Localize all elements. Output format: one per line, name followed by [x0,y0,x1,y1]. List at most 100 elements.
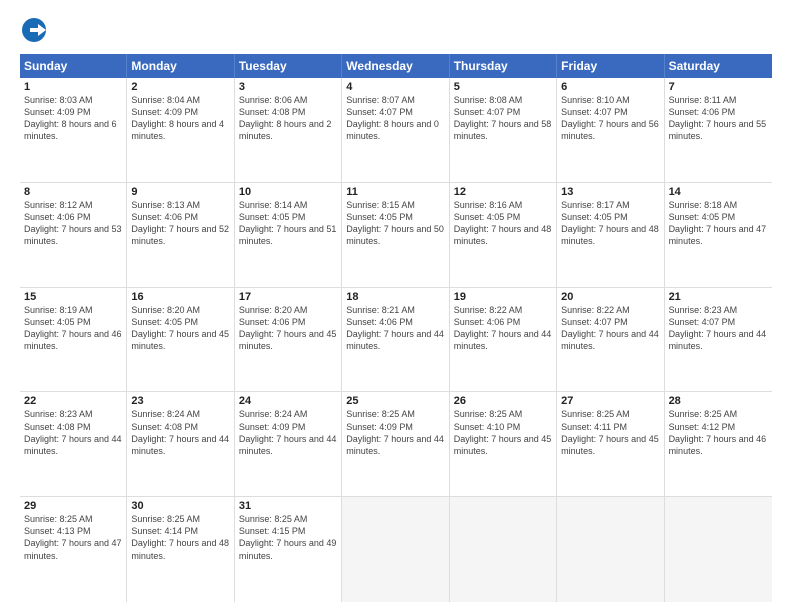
day-number: 16 [131,291,229,303]
day-number: 14 [669,186,768,198]
cell-info: Sunrise: 8:15 AMSunset: 4:05 PMDaylight:… [346,200,444,246]
cell-info: Sunrise: 8:25 AMSunset: 4:10 PMDaylight:… [454,409,552,455]
cell-info: Sunrise: 8:25 AMSunset: 4:14 PMDaylight:… [131,514,229,560]
calendar-cell-30: 30 Sunrise: 8:25 AMSunset: 4:14 PMDaylig… [127,497,234,602]
calendar-cell-31: 31 Sunrise: 8:25 AMSunset: 4:15 PMDaylig… [235,497,342,602]
calendar-cell-6: 6 Sunrise: 8:10 AMSunset: 4:07 PMDayligh… [557,78,664,182]
day-number: 19 [454,291,552,303]
cell-info: Sunrise: 8:22 AMSunset: 4:06 PMDaylight:… [454,305,552,351]
calendar-row-3: 15 Sunrise: 8:19 AMSunset: 4:05 PMDaylig… [20,288,772,393]
day-number: 10 [239,186,337,198]
cell-info: Sunrise: 8:24 AMSunset: 4:09 PMDaylight:… [239,409,337,455]
calendar-cell-29: 29 Sunrise: 8:25 AMSunset: 4:13 PMDaylig… [20,497,127,602]
header-day-tuesday: Tuesday [235,54,342,78]
logo [20,16,52,44]
day-number: 7 [669,81,768,93]
page: SundayMondayTuesdayWednesdayThursdayFrid… [0,0,792,612]
header-day-wednesday: Wednesday [342,54,449,78]
calendar-cell-20: 20 Sunrise: 8:22 AMSunset: 4:07 PMDaylig… [557,288,664,392]
calendar-cell-15: 15 Sunrise: 8:19 AMSunset: 4:05 PMDaylig… [20,288,127,392]
calendar-cell-18: 18 Sunrise: 8:21 AMSunset: 4:06 PMDaylig… [342,288,449,392]
calendar-cell-empty [450,497,557,602]
calendar-cell-8: 8 Sunrise: 8:12 AMSunset: 4:06 PMDayligh… [20,183,127,287]
day-number: 26 [454,395,552,407]
cell-info: Sunrise: 8:06 AMSunset: 4:08 PMDaylight:… [239,95,332,141]
day-number: 24 [239,395,337,407]
header-day-sunday: Sunday [20,54,127,78]
calendar-cell-9: 9 Sunrise: 8:13 AMSunset: 4:06 PMDayligh… [127,183,234,287]
day-number: 17 [239,291,337,303]
calendar-header: SundayMondayTuesdayWednesdayThursdayFrid… [20,54,772,78]
calendar-row-5: 29 Sunrise: 8:25 AMSunset: 4:13 PMDaylig… [20,497,772,602]
calendar-body: 1 Sunrise: 8:03 AMSunset: 4:09 PMDayligh… [20,78,772,602]
cell-info: Sunrise: 8:25 AMSunset: 4:13 PMDaylight:… [24,514,122,560]
day-number: 21 [669,291,768,303]
calendar-cell-empty [557,497,664,602]
cell-info: Sunrise: 8:10 AMSunset: 4:07 PMDaylight:… [561,95,659,141]
day-number: 3 [239,81,337,93]
calendar-cell-16: 16 Sunrise: 8:20 AMSunset: 4:05 PMDaylig… [127,288,234,392]
day-number: 13 [561,186,659,198]
day-number: 2 [131,81,229,93]
day-number: 1 [24,81,122,93]
day-number: 25 [346,395,444,407]
calendar-cell-5: 5 Sunrise: 8:08 AMSunset: 4:07 PMDayligh… [450,78,557,182]
calendar-cell-17: 17 Sunrise: 8:20 AMSunset: 4:06 PMDaylig… [235,288,342,392]
day-number: 22 [24,395,122,407]
day-number: 8 [24,186,122,198]
calendar-cell-28: 28 Sunrise: 8:25 AMSunset: 4:12 PMDaylig… [665,392,772,496]
calendar-cell-25: 25 Sunrise: 8:25 AMSunset: 4:09 PMDaylig… [342,392,449,496]
cell-info: Sunrise: 8:22 AMSunset: 4:07 PMDaylight:… [561,305,659,351]
calendar-cell-3: 3 Sunrise: 8:06 AMSunset: 4:08 PMDayligh… [235,78,342,182]
cell-info: Sunrise: 8:08 AMSunset: 4:07 PMDaylight:… [454,95,552,141]
day-number: 15 [24,291,122,303]
header-day-thursday: Thursday [450,54,557,78]
calendar-cell-24: 24 Sunrise: 8:24 AMSunset: 4:09 PMDaylig… [235,392,342,496]
cell-info: Sunrise: 8:25 AMSunset: 4:15 PMDaylight:… [239,514,337,560]
cell-info: Sunrise: 8:11 AMSunset: 4:06 PMDaylight:… [669,95,767,141]
day-number: 11 [346,186,444,198]
cell-info: Sunrise: 8:20 AMSunset: 4:05 PMDaylight:… [131,305,229,351]
cell-info: Sunrise: 8:03 AMSunset: 4:09 PMDaylight:… [24,95,117,141]
calendar-row-4: 22 Sunrise: 8:23 AMSunset: 4:08 PMDaylig… [20,392,772,497]
calendar: SundayMondayTuesdayWednesdayThursdayFrid… [20,54,772,602]
cell-info: Sunrise: 8:04 AMSunset: 4:09 PMDaylight:… [131,95,224,141]
calendar-cell-1: 1 Sunrise: 8:03 AMSunset: 4:09 PMDayligh… [20,78,127,182]
cell-info: Sunrise: 8:07 AMSunset: 4:07 PMDaylight:… [346,95,439,141]
cell-info: Sunrise: 8:14 AMSunset: 4:05 PMDaylight:… [239,200,337,246]
cell-info: Sunrise: 8:19 AMSunset: 4:05 PMDaylight:… [24,305,122,351]
cell-info: Sunrise: 8:25 AMSunset: 4:09 PMDaylight:… [346,409,444,455]
header [20,16,772,44]
day-number: 31 [239,500,337,512]
day-number: 29 [24,500,122,512]
calendar-cell-23: 23 Sunrise: 8:24 AMSunset: 4:08 PMDaylig… [127,392,234,496]
day-number: 6 [561,81,659,93]
calendar-cell-empty [665,497,772,602]
cell-info: Sunrise: 8:20 AMSunset: 4:06 PMDaylight:… [239,305,337,351]
day-number: 4 [346,81,444,93]
calendar-cell-7: 7 Sunrise: 8:11 AMSunset: 4:06 PMDayligh… [665,78,772,182]
calendar-cell-13: 13 Sunrise: 8:17 AMSunset: 4:05 PMDaylig… [557,183,664,287]
day-number: 20 [561,291,659,303]
day-number: 27 [561,395,659,407]
cell-info: Sunrise: 8:16 AMSunset: 4:05 PMDaylight:… [454,200,552,246]
header-day-saturday: Saturday [665,54,772,78]
cell-info: Sunrise: 8:21 AMSunset: 4:06 PMDaylight:… [346,305,444,351]
calendar-cell-26: 26 Sunrise: 8:25 AMSunset: 4:10 PMDaylig… [450,392,557,496]
day-number: 12 [454,186,552,198]
cell-info: Sunrise: 8:25 AMSunset: 4:12 PMDaylight:… [669,409,767,455]
calendar-cell-12: 12 Sunrise: 8:16 AMSunset: 4:05 PMDaylig… [450,183,557,287]
cell-info: Sunrise: 8:17 AMSunset: 4:05 PMDaylight:… [561,200,659,246]
calendar-cell-empty [342,497,449,602]
calendar-row-2: 8 Sunrise: 8:12 AMSunset: 4:06 PMDayligh… [20,183,772,288]
day-number: 30 [131,500,229,512]
day-number: 9 [131,186,229,198]
calendar-cell-4: 4 Sunrise: 8:07 AMSunset: 4:07 PMDayligh… [342,78,449,182]
logo-icon [20,16,48,44]
cell-info: Sunrise: 8:13 AMSunset: 4:06 PMDaylight:… [131,200,229,246]
day-number: 23 [131,395,229,407]
cell-info: Sunrise: 8:12 AMSunset: 4:06 PMDaylight:… [24,200,122,246]
calendar-cell-2: 2 Sunrise: 8:04 AMSunset: 4:09 PMDayligh… [127,78,234,182]
calendar-cell-11: 11 Sunrise: 8:15 AMSunset: 4:05 PMDaylig… [342,183,449,287]
cell-info: Sunrise: 8:23 AMSunset: 4:07 PMDaylight:… [669,305,767,351]
